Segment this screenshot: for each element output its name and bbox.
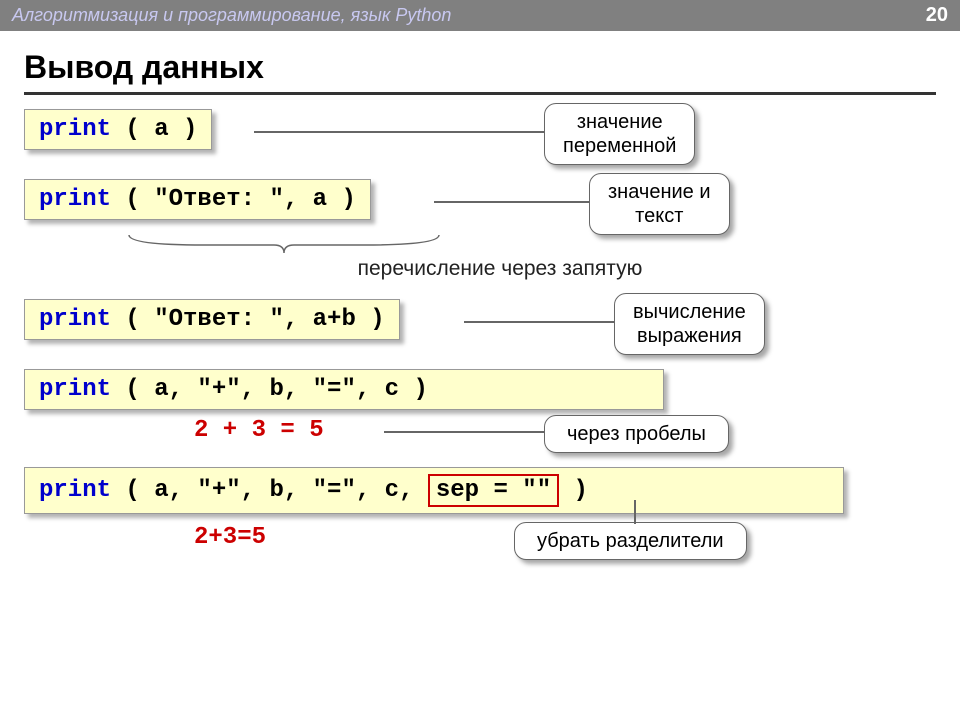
code-part1: ( a, "+", b, "=", c, bbox=[111, 477, 428, 504]
code-box-5: print ( a, "+", b, "=", c, sep = "" ) bbox=[24, 467, 844, 514]
page-number: 20 bbox=[926, 4, 948, 27]
slide-content: print ( a ) значение переменной print ( … bbox=[0, 109, 960, 574]
code-box-4: print ( a, "+", b, "=", c ) bbox=[24, 369, 664, 410]
connector-line-vertical bbox=[634, 500, 636, 524]
connector-line bbox=[254, 131, 544, 133]
connector-line bbox=[434, 201, 589, 203]
callout-spaces: через пробелы bbox=[544, 415, 729, 453]
code-box-2: print ( "Ответ: ", a ) bbox=[24, 179, 371, 220]
keyword-print: print bbox=[39, 477, 111, 504]
slide-header: Алгоритмизация и программирование, язык … bbox=[0, 0, 960, 31]
keyword-print: print bbox=[39, 376, 111, 403]
example-row-2: print ( "Ответ: ", a ) значение и текст bbox=[24, 179, 936, 235]
example-row-4: print ( a, "+", b, "=", c ) bbox=[24, 369, 936, 413]
title-underline bbox=[24, 92, 936, 95]
connector-line bbox=[464, 321, 614, 323]
code-part2: ) bbox=[559, 477, 588, 504]
code-rest: ( "Ответ: ", a+b ) bbox=[111, 306, 385, 333]
output-text-2: 2+3=5 bbox=[24, 524, 936, 551]
code-box-1: print ( a ) bbox=[24, 109, 212, 150]
code-box-3: print ( "Ответ: ", a+b ) bbox=[24, 299, 400, 340]
output-row-1: 2 + 3 = 5 через пробелы bbox=[24, 417, 936, 461]
output-row-2: 2+3=5 убрать разделители bbox=[24, 524, 936, 574]
callout-value-text: значение и текст bbox=[589, 173, 730, 235]
code-rest: ( a ) bbox=[111, 116, 197, 143]
example-row-5: print ( a, "+", b, "=", c, sep = "" ) bbox=[24, 467, 936, 514]
keyword-print: print bbox=[39, 186, 111, 213]
brace-icon bbox=[124, 233, 444, 255]
slide-title: Вывод данных bbox=[0, 31, 960, 92]
code-rest: ( a, "+", b, "=", c ) bbox=[111, 376, 428, 403]
connector-line bbox=[384, 431, 544, 433]
example-row-1: print ( a ) значение переменной bbox=[24, 109, 936, 165]
header-title: Алгоритмизация и программирование, язык … bbox=[12, 5, 451, 26]
keyword-print: print bbox=[39, 116, 111, 143]
callout-expression: вычисление выражения bbox=[614, 293, 765, 355]
callout-remove-sep: убрать разделители bbox=[514, 522, 747, 560]
sep-highlight-box: sep = "" bbox=[428, 474, 559, 507]
enumeration-note: перечисление через запятую bbox=[24, 257, 936, 281]
code-rest: ( "Ответ: ", a ) bbox=[111, 186, 356, 213]
keyword-print: print bbox=[39, 306, 111, 333]
example-row-3: print ( "Ответ: ", a+b ) вычисление выра… bbox=[24, 299, 936, 355]
callout-variable-value: значение переменной bbox=[544, 103, 695, 165]
